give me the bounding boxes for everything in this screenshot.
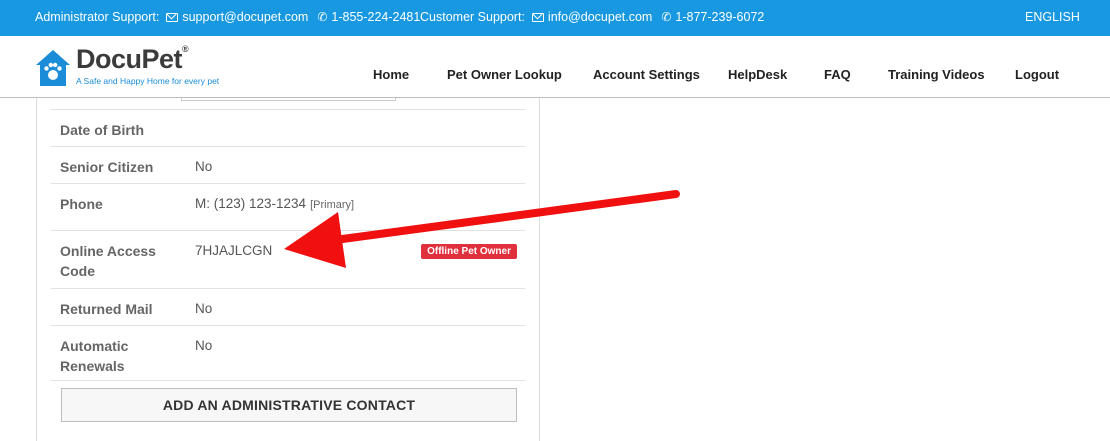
site-header: DocuPet® A Safe and Happy Home for every… xyxy=(0,36,1110,98)
returned-mail-value: No xyxy=(195,301,213,316)
detail-row-returned-mail: Returned Mail No xyxy=(51,288,525,325)
renewals-value: No xyxy=(195,338,213,353)
phone-icon: ✆ xyxy=(661,10,672,24)
customer-phone-link[interactable]: 1-877-239-6072 xyxy=(675,10,764,24)
dob-label: Date of Birth xyxy=(60,122,144,138)
nav-pet-owner-lookup[interactable]: Pet Owner Lookup xyxy=(447,67,562,82)
primary-tag: [Primary] xyxy=(310,199,355,211)
nav-faq[interactable]: FAQ xyxy=(824,67,851,82)
returned-mail-label: Returned Mail xyxy=(60,301,153,317)
nav-home[interactable]: Home xyxy=(373,67,409,82)
admin-email-link[interactable]: support@docupet.com xyxy=(182,10,308,24)
logo-tagline: A Safe and Happy Home for every pet xyxy=(76,76,220,86)
detail-row-dob: Date of Birth xyxy=(51,109,525,146)
support-bar: Administrator Support: support@docupet.c… xyxy=(0,0,1110,36)
docupet-logo[interactable]: DocuPet® A Safe and Happy Home for every… xyxy=(34,44,234,92)
access-code-label: Online Access Code xyxy=(60,243,156,279)
senior-value: No xyxy=(195,159,213,174)
customer-email-link[interactable]: info@docupet.com xyxy=(548,10,652,24)
renewals-label: Automatic Renewals xyxy=(60,338,129,374)
phone-value: M: (123) 123-1234 [Primary] xyxy=(195,196,355,211)
senior-label: Senior Citizen xyxy=(60,159,154,175)
nav-logout[interactable]: Logout xyxy=(1015,67,1059,82)
envelope-icon xyxy=(531,12,544,22)
phone-icon: ✆ xyxy=(317,10,328,24)
nav-training-videos[interactable]: Training Videos xyxy=(888,67,985,82)
access-code-value: 7HJAJLCGN xyxy=(195,243,273,258)
admin-phone-link[interactable]: 1-855-224-2481 xyxy=(331,10,420,24)
admin-support: Administrator Support: support@docupet.c… xyxy=(35,10,420,24)
nav-account-settings[interactable]: Account Settings xyxy=(593,67,700,82)
add-admin-contact-button[interactable]: ADD AN ADMINISTRATIVE CONTACT xyxy=(61,388,517,422)
customer-support-label: Customer Support: xyxy=(420,10,525,24)
nav-helpdesk[interactable]: HelpDesk xyxy=(728,67,787,82)
logo-wordmark: DocuPet® xyxy=(76,44,189,74)
customer-support: Customer Support: info@docupet.com ✆ 1-8… xyxy=(420,10,764,24)
phone-label: Phone xyxy=(60,196,103,212)
offline-owner-badge: Offline Pet Owner xyxy=(421,244,517,259)
text-input-partial[interactable] xyxy=(181,98,396,101)
detail-row-phone: Phone M: (123) 123-1234 [Primary] xyxy=(51,183,525,230)
detail-row-renewals: Automatic Renewals No xyxy=(51,325,525,381)
language-selector[interactable]: ENGLISH xyxy=(1025,10,1080,24)
detail-row-access-code: Online Access Code 7HJAJLCGN Offline Pet… xyxy=(51,230,525,288)
detail-row-senior: Senior Citizen No xyxy=(51,146,525,183)
owner-details-panel: Date of Birth Senior Citizen No Phone M:… xyxy=(36,98,540,441)
house-paw-icon xyxy=(36,50,70,86)
envelope-icon xyxy=(166,12,179,22)
admin-support-label: Administrator Support: xyxy=(35,10,160,24)
